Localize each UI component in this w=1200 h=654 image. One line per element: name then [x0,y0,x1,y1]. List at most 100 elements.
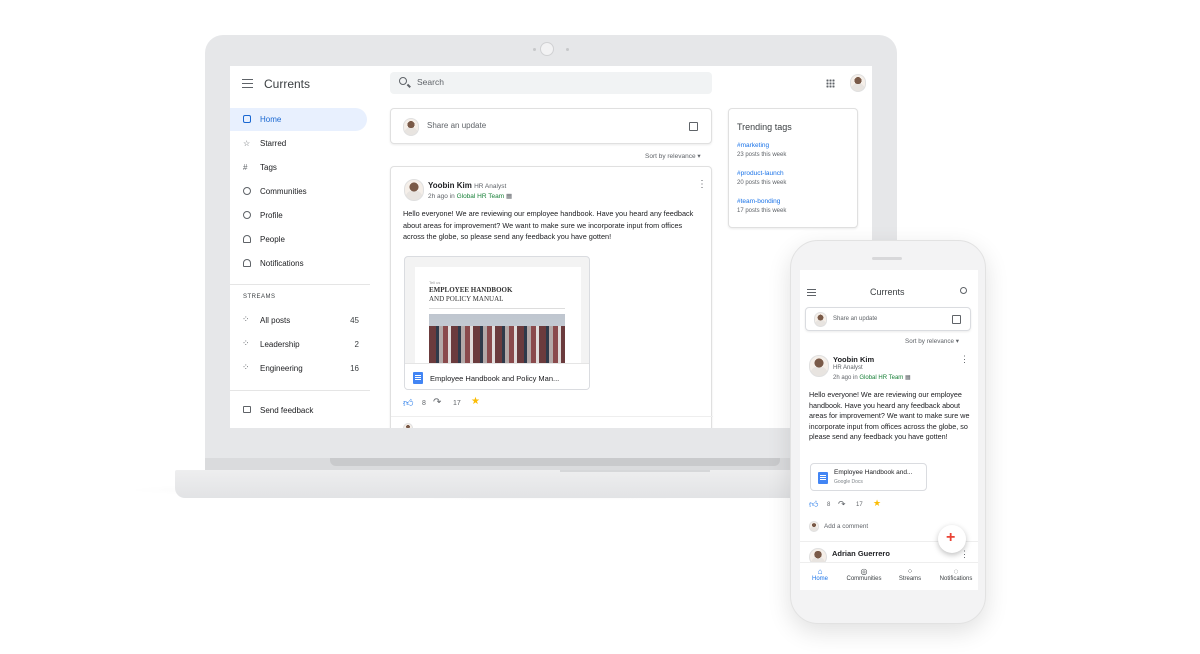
like-count: 8 [422,400,426,407]
plus-icon: + [946,529,956,546]
trending-count: 23 posts this week [737,152,787,158]
send-feedback-button[interactable]: Send feedback [230,399,367,422]
nav-item-people[interactable]: People [230,228,367,251]
building-facade [429,326,565,363]
app-title: Currents [870,287,905,297]
author-avatar[interactable] [809,355,829,377]
stream-item-engineering[interactable]: ⁘ Engineering 16 [230,357,367,380]
search-icon[interactable] [960,287,967,294]
bell-icon: ◌ [953,567,959,576]
nav-label: Notifications [260,259,304,268]
streams-header: STREAMS [243,294,276,300]
document-preview: Tell us EMPLOYEE HANDBOOK AND POLICY MAN… [415,267,581,363]
menu-icon[interactable] [242,79,253,88]
bottom-nav-label: Notifications [939,576,973,582]
attachment-card[interactable]: Tell us EMPLOYEE HANDBOOK AND POLICY MAN… [404,256,590,390]
stream-label: Engineering [260,364,303,373]
attachment-footer: Employee Handbook and Policy Man... [405,363,589,389]
like-icon[interactable]: 👍︎ [809,499,818,510]
doc-rule [429,308,565,309]
bottom-nav-label: Streams [898,576,922,582]
next-author-name[interactable]: Adrian Guerrero [832,549,890,558]
docs-icon [413,372,423,384]
nav-item-communities[interactable]: Communities [230,180,367,203]
commenter-avatar [403,423,413,428]
add-comment-input[interactable]: Add a comment [824,523,868,530]
author-name[interactable]: Yoobin Kim [428,181,472,190]
share-count: 17 [856,502,863,508]
building-photo [429,314,565,363]
post-card: Yoobin Kim HR Analyst 2h ago in Global H… [390,166,713,428]
nav-label: Starred [260,139,287,148]
nav-item-notifications[interactable]: Notifications [230,252,367,275]
create-post-button[interactable]: + [938,525,966,553]
nav-item-tags[interactable]: # Tags [230,156,367,179]
bottom-nav-label: Home [811,576,828,582]
author-avatar[interactable] [404,179,424,201]
doc-preview-title: EMPLOYEE HANDBOOK [429,286,513,294]
profile-icon [243,211,251,219]
share-icon[interactable]: ↷ [433,397,441,408]
people-icon [243,235,251,243]
image-icon[interactable] [689,122,698,131]
attachment-card[interactable]: Employee Handbook and... Google Docs [810,463,927,491]
author-name[interactable]: Yoobin Kim [833,355,874,364]
bottom-nav-streams[interactable]: ⁘ Streams [890,567,930,582]
apps-grid-icon[interactable] [826,79,835,88]
nav-item-starred[interactable]: ☆ Starred [230,132,367,155]
nav-divider [230,390,370,391]
bottom-nav: ⌂ Home ◎ Communities ⁘ Streams ◌ Notific… [800,562,978,590]
nav-label: People [260,235,285,244]
community-link[interactable]: Global HR Team [859,375,903,381]
sort-label: Sort by relevance [645,153,696,160]
share-update-box[interactable]: Share an update [805,307,971,331]
nav-label: Tags [260,163,277,172]
bottom-nav-notifications[interactable]: ◌ Notifications [935,567,977,582]
stream-icon: ⁘ [242,362,250,372]
search-placeholder: Search [417,77,444,87]
more-options-icon[interactable]: ⋮ [697,179,707,190]
account-avatar[interactable] [850,74,866,92]
nav-label: Communities [260,187,307,196]
bottom-nav-communities[interactable]: ◎ Communities [844,567,884,582]
more-options-icon[interactable]: ⋮ [960,354,969,365]
trending-tag[interactable]: #product-launch [737,170,784,177]
stream-label: Leadership [260,340,300,349]
nav-divider [230,284,370,285]
user-avatar [403,118,419,136]
trending-tag[interactable]: #marketing [737,142,769,149]
nav-label: Home [260,115,282,124]
star-icon[interactable]: ★ [873,498,881,509]
building-icon: ▦ [904,375,911,381]
sort-dropdown[interactable]: Sort by relevance ▾ [645,152,701,160]
nav-label: Profile [260,211,283,220]
image-icon[interactable] [952,315,961,324]
post-meta: 2h ago in Global HR Team ▦ [428,192,512,200]
send-feedback-label: Send feedback [260,406,314,415]
bottom-nav-home[interactable]: ⌂ Home [800,567,840,582]
share-icon[interactable]: ↷ [838,499,846,510]
trending-tag[interactable]: #team-bonding [737,198,780,205]
share-placeholder: Share an update [427,121,487,130]
stream-count: 16 [350,364,359,373]
stream-count: 2 [354,340,359,349]
star-icon[interactable]: ★ [471,396,480,407]
laptop-screen: Currents Search Home ☆ Starred # Tags Co… [230,66,872,428]
menu-icon-bar [807,292,816,294]
search-input[interactable]: Search [390,72,712,94]
stream-label: All posts [260,316,291,325]
stream-icon: ⁘ [242,338,250,348]
community-link[interactable]: Global HR Team [457,193,505,200]
nav-item-profile[interactable]: Profile [230,204,367,227]
stream-item-leadership[interactable]: ⁘ Leadership 2 [230,333,367,356]
sort-dropdown[interactable]: Sort by relevance ▾ [905,338,959,345]
camera-dot [566,48,569,51]
communities-icon [243,187,251,195]
nav-item-home[interactable]: Home [230,108,367,131]
laptop-trackpad-edge [560,470,710,472]
stream-item-all-posts[interactable]: ⁘ All posts 45 [230,309,367,332]
commenter-avatar [809,521,819,532]
more-options-icon[interactable]: ⋮ [960,549,969,560]
share-update-box[interactable]: Share an update [390,108,712,144]
like-icon[interactable]: 👍︎ [403,397,413,409]
